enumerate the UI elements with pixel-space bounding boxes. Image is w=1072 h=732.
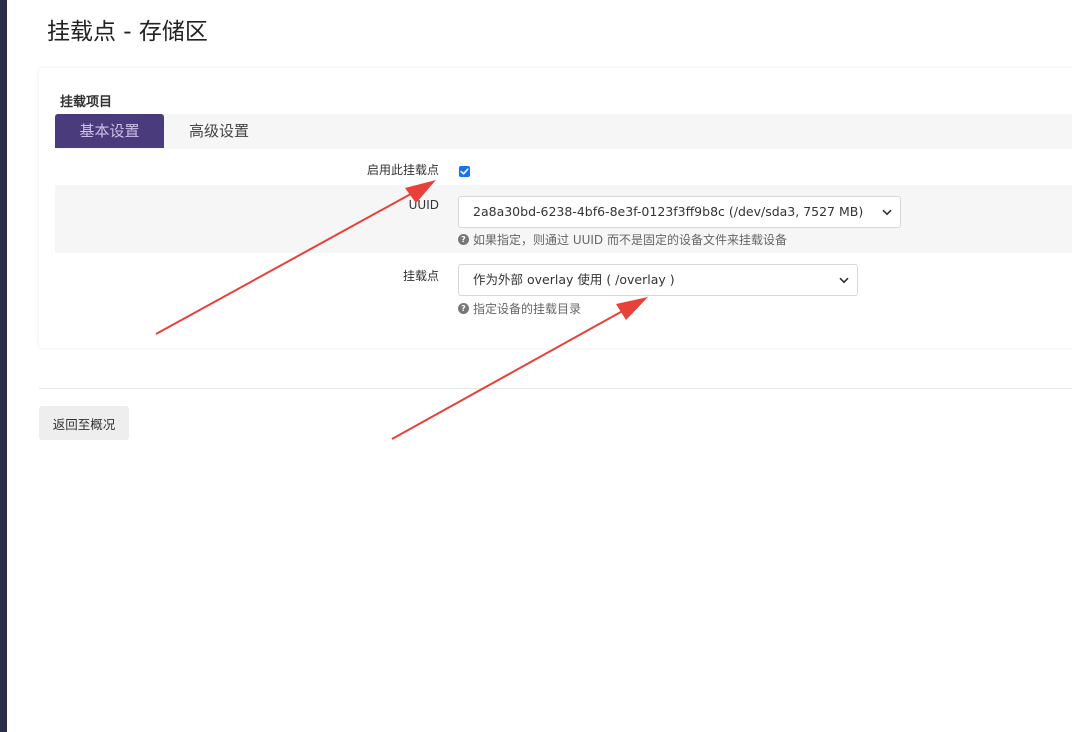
mount-point-hint: ? 指定设备的挂载目录	[458, 300, 581, 317]
uuid-select-value: 2a8a30bd-6238-4bf6-8e3f-0123f3ff9b8c (/d…	[473, 204, 864, 219]
mount-point-hint-text: 指定设备的挂载目录	[473, 302, 582, 316]
enable-checkbox[interactable]	[459, 166, 470, 177]
mount-point-row: 挂载点 作为外部 overlay 使用 ( /overlay ) ? 指定设备的…	[55, 258, 1072, 318]
uuid-select[interactable]: 2a8a30bd-6238-4bf6-8e3f-0123f3ff9b8c (/d…	[458, 196, 901, 228]
mount-point-select-value: 作为外部 overlay 使用 ( /overlay )	[473, 272, 675, 287]
back-to-overview-button[interactable]: 返回至概况	[39, 406, 129, 440]
enable-label: 启用此挂载点	[366, 163, 439, 177]
tab-bar: 基本设置 高级设置	[55, 114, 1072, 149]
chevron-down-icon	[839, 265, 849, 295]
checkmark-icon	[460, 168, 469, 175]
uuid-hint-text: 如果指定，则通过 UUID 而不是固定的设备文件来挂载设备	[473, 233, 787, 247]
sidebar-edge	[0, 0, 7, 732]
mount-item-card: 挂载项目 基本设置 高级设置 启用此挂载点 UUID 2a8a30bd-6238…	[39, 68, 1072, 348]
tab-advanced-settings[interactable]: 高级设置	[189, 114, 249, 148]
page-title: 挂载点 - 存储区	[47, 19, 208, 45]
uuid-label: UUID	[408, 198, 439, 212]
mount-point-select[interactable]: 作为外部 overlay 使用 ( /overlay )	[458, 264, 858, 296]
section-title: 挂载项目	[60, 95, 113, 110]
tab-basic-settings[interactable]: 基本设置	[55, 114, 164, 148]
uuid-row: UUID 2a8a30bd-6238-4bf6-8e3f-0123f3ff9b8…	[55, 185, 1072, 253]
mount-point-label: 挂载点	[402, 269, 439, 283]
question-circle-icon: ?	[458, 303, 469, 314]
question-circle-icon: ?	[458, 234, 469, 245]
chevron-down-icon	[882, 197, 892, 227]
divider	[39, 388, 1072, 389]
uuid-hint: ? 如果指定，则通过 UUID 而不是固定的设备文件来挂载设备	[458, 231, 787, 248]
enable-row: 启用此挂载点	[55, 154, 1072, 184]
